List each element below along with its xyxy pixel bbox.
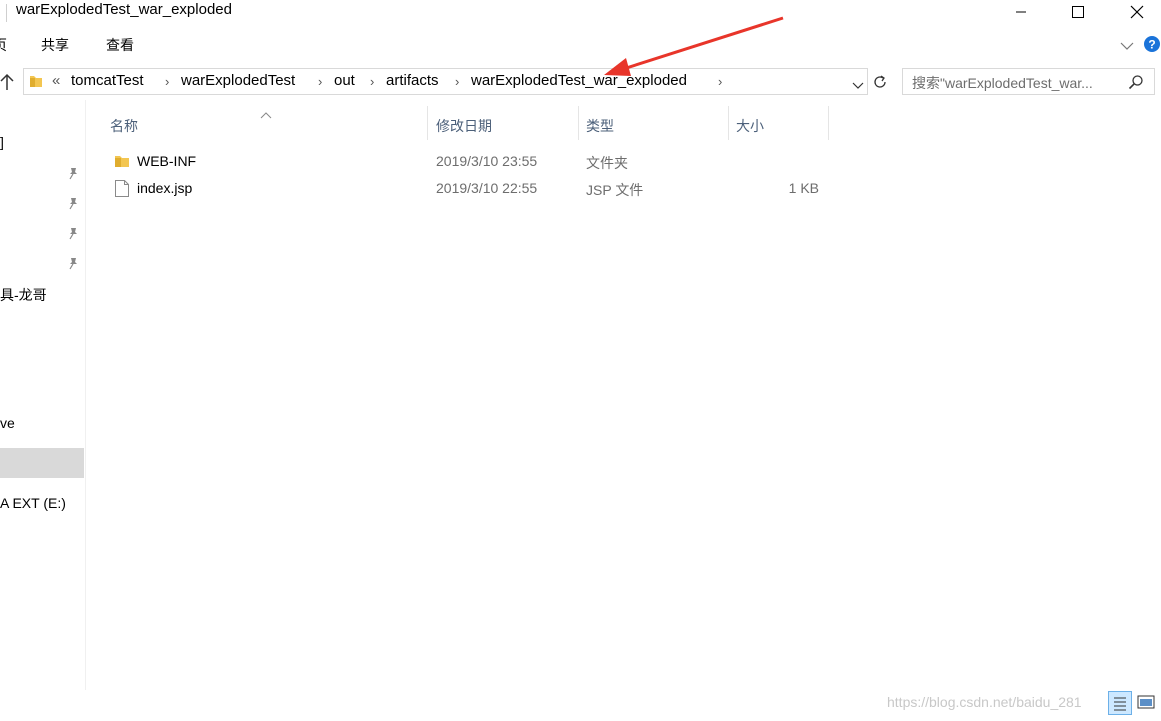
chevron-right-icon[interactable]: › [370,74,374,89]
minimize-icon [1016,11,1026,13]
watermark-text: https://blog.csdn.net/baidu_281 [887,694,1082,710]
close-icon [1130,5,1144,19]
nav-item-selected[interactable] [0,448,84,478]
file-modified: 2019/3/10 23:55 [436,153,538,169]
chevron-right-icon[interactable]: › [318,74,322,89]
file-name[interactable]: index.jsp [137,180,192,196]
ribbon-expand-button[interactable] [1120,38,1134,56]
pin-icon[interactable] [66,256,80,275]
large-icons-view-button[interactable] [1135,691,1159,715]
search-icon[interactable] [1128,74,1144,95]
column-header-type[interactable]: 类型 [586,116,614,136]
navigation-pane [0,100,86,690]
nav-item[interactable]: 具-龙哥 [0,285,47,305]
column-header-name[interactable]: 名称 [110,116,138,136]
maximize-icon [1072,6,1084,18]
title-separator [6,4,7,22]
column-divider[interactable] [828,106,829,140]
nav-item[interactable]: ] [0,134,4,150]
breadcrumb-item[interactable]: out [334,72,355,89]
breadcrumb-overflow[interactable]: « [52,72,60,89]
tab-view[interactable]: 查看 [106,35,134,55]
arrow-up-icon [0,73,14,90]
nav-item[interactable]: ve [0,415,15,431]
annotation-arrow-icon [604,16,784,76]
file-name[interactable]: WEB-INF [137,153,196,169]
column-divider[interactable] [578,106,579,140]
breadcrumb-item[interactable]: tomcatTest [71,72,144,89]
chevron-right-icon[interactable]: › [455,74,459,89]
tab-home[interactable]: 页 [0,35,7,55]
nav-item-drive[interactable]: A EXT (E:) [0,495,66,511]
large-icons-view-icon [1137,695,1155,709]
column-divider[interactable] [728,106,729,140]
breadcrumb-item[interactable]: artifacts [386,72,439,89]
chevron-right-icon[interactable]: › [165,74,169,89]
details-view-icon [1114,697,1126,711]
folder-icon [114,153,130,174]
refresh-icon [874,75,886,88]
pin-icon[interactable] [66,226,80,245]
tab-share[interactable]: 共享 [41,35,69,55]
file-size: 1 KB [788,180,819,196]
file-icon [114,179,130,203]
chevron-down-icon [1120,42,1134,50]
minimize-button[interactable] [998,0,1044,24]
up-button[interactable] [0,73,14,96]
refresh-button[interactable] [872,74,888,95]
breadcrumb-item[interactable]: warExplodedTest [181,72,295,89]
address-history-button[interactable] [852,77,864,95]
help-button[interactable]: ? [1143,35,1161,58]
column-divider[interactable] [427,106,428,140]
file-type: 文件夹 [586,155,628,171]
column-header-modified[interactable]: 修改日期 [436,116,492,136]
file-modified: 2019/3/10 22:55 [436,180,538,196]
close-button[interactable] [1114,0,1160,24]
pin-icon[interactable] [66,166,80,185]
svg-text:?: ? [1148,38,1155,52]
chevron-down-icon [852,82,864,89]
folder-icon [29,73,43,94]
window-title: warExplodedTest_war_exploded [16,1,232,18]
column-header-size[interactable]: 大小 [736,116,764,136]
file-type: JSP 文件 [586,182,644,198]
sort-ascending-icon [260,106,272,124]
pin-icon[interactable] [66,196,80,215]
maximize-button[interactable] [1055,0,1101,24]
search-placeholder: 搜索"warExplodedTest_war... [912,75,1093,91]
details-view-button[interactable] [1108,691,1132,715]
help-icon: ? [1144,36,1160,52]
